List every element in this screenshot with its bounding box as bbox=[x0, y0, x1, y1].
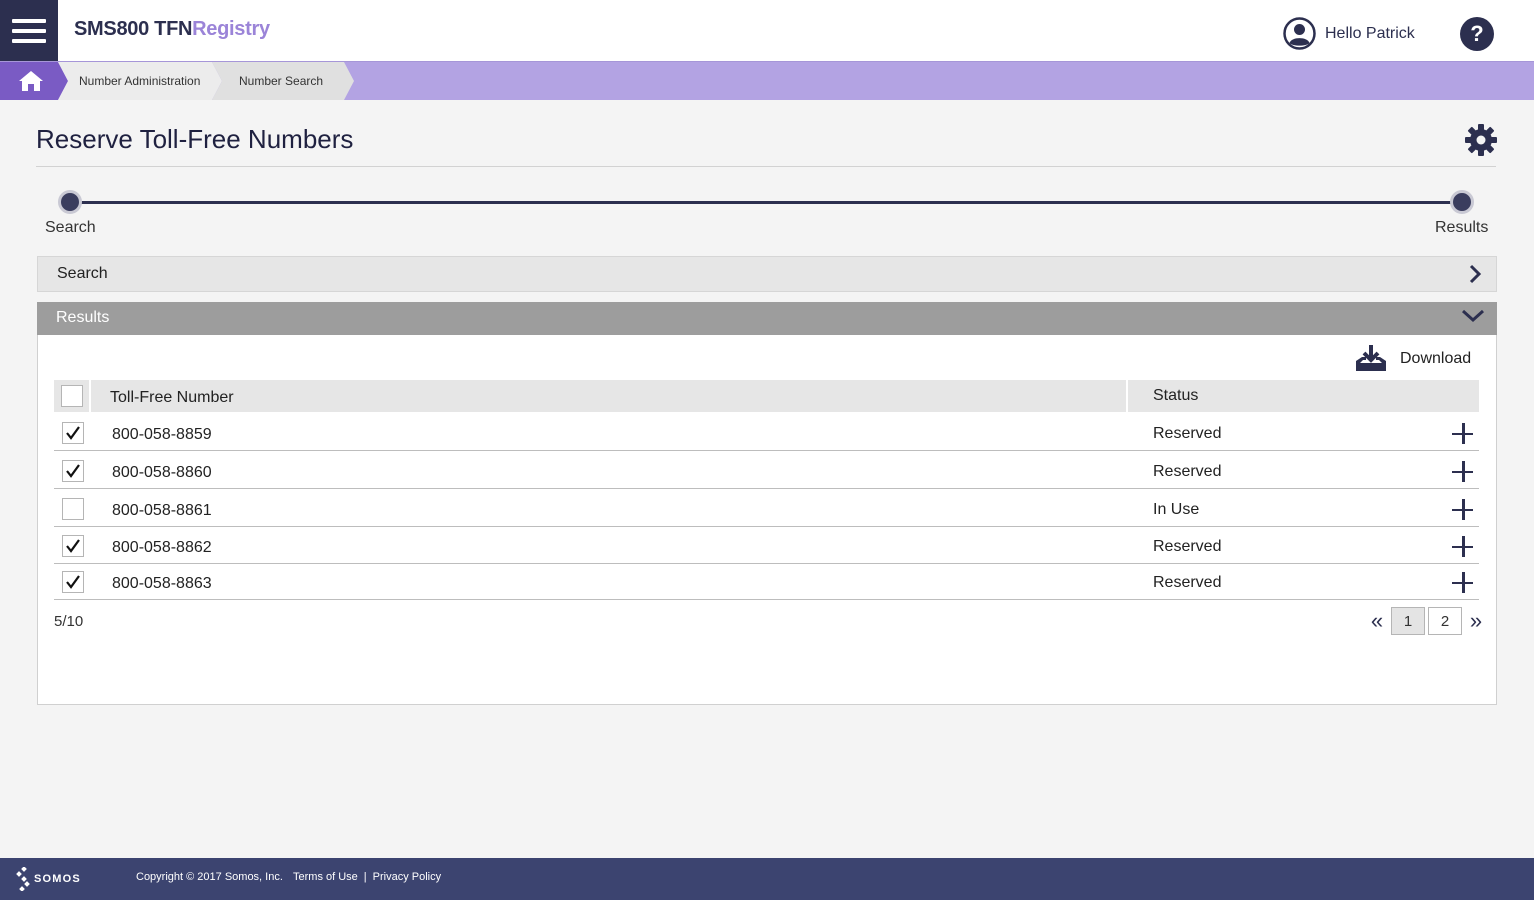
row-checkbox[interactable] bbox=[62, 535, 84, 557]
pagination: « 1 2 » bbox=[1366, 607, 1487, 635]
user-greeting: Hello Patrick bbox=[1325, 24, 1415, 42]
terms-of-use-link[interactable]: Terms of Use bbox=[293, 871, 358, 883]
copyright-text: Copyright © 2017 Somos, Inc. bbox=[136, 871, 283, 883]
stepper-label-search: Search bbox=[45, 219, 96, 236]
page-button-2[interactable]: 2 bbox=[1428, 607, 1462, 635]
number-status: Reserved bbox=[1153, 538, 1222, 555]
menu-icon[interactable] bbox=[0, 0, 58, 61]
footer-links: Terms of Use | Privacy Policy bbox=[293, 871, 441, 883]
column-divider bbox=[89, 380, 91, 412]
somos-logo: SOMOS bbox=[16, 867, 81, 891]
breadcrumb: Number Administration Number Search bbox=[0, 61, 1534, 100]
breadcrumb-number-search[interactable]: Number Search bbox=[212, 62, 354, 100]
user-menu[interactable]: Hello Patrick bbox=[1283, 17, 1415, 50]
toll-free-number: 800-058-8863 bbox=[112, 575, 212, 592]
somos-logo-icon bbox=[16, 867, 30, 891]
top-header: SMS800 TFNRegistry Hello Patrick ? bbox=[0, 0, 1534, 61]
checkmark-icon bbox=[66, 575, 80, 589]
search-panel-header[interactable]: Search bbox=[37, 256, 1497, 292]
row-checkbox[interactable] bbox=[62, 571, 84, 593]
results-panel-header[interactable]: Results bbox=[37, 302, 1497, 335]
results-panel-label: Results bbox=[56, 309, 110, 326]
privacy-policy-link[interactable]: Privacy Policy bbox=[373, 871, 441, 883]
stepper-label-results: Results bbox=[1435, 219, 1489, 236]
home-icon-graphic bbox=[19, 71, 43, 91]
column-divider bbox=[1126, 380, 1128, 412]
stepper-track bbox=[70, 201, 1462, 204]
result-count: 5/10 bbox=[54, 613, 84, 630]
title-divider bbox=[36, 166, 1496, 167]
table-row: 800-058-8861 In Use bbox=[54, 490, 1479, 527]
number-status: Reserved bbox=[1153, 425, 1222, 442]
toll-free-number: 800-058-8859 bbox=[112, 426, 212, 443]
download-icon bbox=[1356, 345, 1386, 371]
brand-main: SMS800 TFN bbox=[74, 18, 193, 40]
plus-icon[interactable] bbox=[1452, 499, 1474, 521]
brand-accent: Registry bbox=[192, 18, 270, 40]
chevron-right-icon bbox=[1468, 264, 1482, 289]
stepper-dot-search[interactable] bbox=[58, 190, 82, 214]
logo-text: SOMOS bbox=[34, 873, 81, 885]
stepper-dot-results[interactable] bbox=[1450, 190, 1474, 214]
table-row: 800-058-8863 Reserved bbox=[54, 563, 1479, 600]
checkmark-icon bbox=[66, 539, 80, 553]
page-button-1[interactable]: 1 bbox=[1391, 607, 1425, 635]
footer: SOMOS Copyright © 2017 Somos, Inc. Terms… bbox=[0, 858, 1534, 900]
toll-free-number: 800-058-8860 bbox=[112, 464, 212, 481]
gear-icon[interactable] bbox=[1464, 123, 1498, 162]
brand-title: SMS800 TFNRegistry bbox=[74, 18, 270, 41]
home-icon[interactable] bbox=[0, 62, 68, 100]
column-header-status[interactable]: Status bbox=[1153, 387, 1198, 405]
toll-free-number: 800-058-8862 bbox=[112, 539, 212, 556]
table-row: 800-058-8862 Reserved bbox=[54, 527, 1479, 564]
chevron-down-icon bbox=[1461, 308, 1485, 329]
number-status: Reserved bbox=[1153, 463, 1222, 480]
download-button[interactable]: Download bbox=[1354, 344, 1471, 374]
double-chevron-right-icon[interactable]: » bbox=[1465, 608, 1487, 634]
page-title: Reserve Toll-Free Numbers bbox=[36, 124, 354, 154]
number-status: In Use bbox=[1153, 501, 1200, 518]
checkmark-icon bbox=[66, 426, 80, 440]
table-header: Toll-Free Number Status bbox=[54, 380, 1479, 412]
checkmark-icon bbox=[66, 464, 80, 478]
row-checkbox[interactable] bbox=[62, 460, 84, 482]
plus-icon[interactable] bbox=[1452, 572, 1474, 594]
row-checkbox[interactable] bbox=[62, 422, 84, 444]
row-checkbox[interactable] bbox=[62, 498, 84, 520]
table-row: 800-058-8859 Reserved bbox=[54, 414, 1479, 451]
user-icon bbox=[1283, 17, 1316, 50]
number-status: Reserved bbox=[1153, 574, 1222, 591]
search-panel-label: Search bbox=[57, 265, 108, 282]
toll-free-number: 800-058-8861 bbox=[112, 502, 212, 519]
column-header-number[interactable]: Toll-Free Number bbox=[110, 389, 234, 407]
select-all-checkbox[interactable] bbox=[61, 385, 83, 407]
footer-separator: | bbox=[363, 871, 367, 883]
plus-icon[interactable] bbox=[1452, 461, 1474, 483]
breadcrumb-number-administration[interactable]: Number Administration bbox=[58, 62, 222, 100]
double-chevron-left-icon[interactable]: « bbox=[1366, 608, 1388, 634]
table-row: 800-058-8860 Reserved bbox=[54, 452, 1479, 489]
help-icon[interactable]: ? bbox=[1460, 17, 1494, 51]
plus-icon[interactable] bbox=[1452, 423, 1474, 445]
download-label: Download bbox=[1400, 350, 1472, 367]
plus-icon[interactable] bbox=[1452, 536, 1474, 558]
